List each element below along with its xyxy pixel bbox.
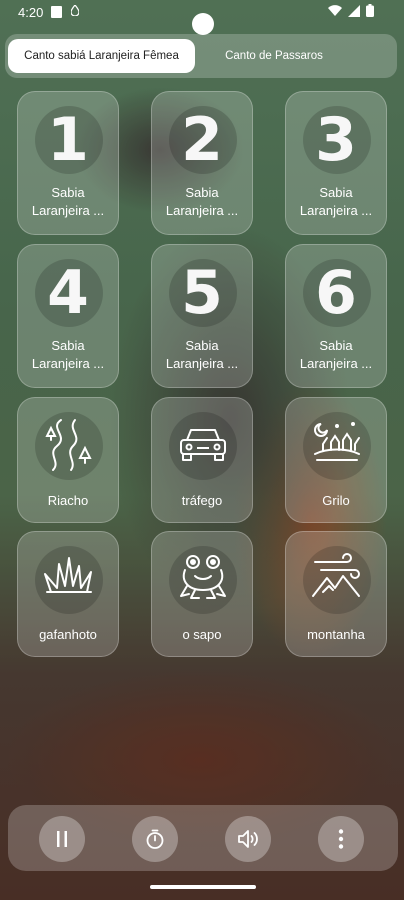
sound-card-2[interactable]: 2 Sabia Laranjeira ... xyxy=(151,91,253,235)
ambient-card-o-sapo[interactable]: o sapo xyxy=(151,531,253,657)
ambient-label: gafanhoto xyxy=(39,627,97,642)
battery-icon xyxy=(366,4,374,17)
ambient-label: Riacho xyxy=(47,493,89,508)
frog-icon xyxy=(180,555,226,599)
sound-number: 4 xyxy=(47,258,89,328)
status-time: 4:20 xyxy=(18,5,44,20)
home-indicator[interactable] xyxy=(150,885,256,889)
sound-card-3[interactable]: 3 Sabia Laranjeira ... xyxy=(285,91,387,235)
timer-icon xyxy=(146,829,164,849)
grass-icon xyxy=(44,557,92,593)
sound-card-5[interactable]: 5 Sabia Laranjeira ... xyxy=(151,244,253,388)
sound-label: Sabia Laranjeira ... xyxy=(31,185,105,218)
playback-control-bar xyxy=(8,805,398,871)
tab-canto-sabia-femea[interactable]: Canto sabiá Laranjeira Fêmea xyxy=(8,39,195,73)
sound-card-6[interactable]: 6 Sabia Laranjeira ... xyxy=(285,244,387,388)
timer-button[interactable] xyxy=(132,816,178,862)
volume-icon xyxy=(238,830,258,848)
ambient-label: tráfego xyxy=(181,493,223,508)
mountain-wind-icon xyxy=(312,553,360,597)
ambient-label: Grilo xyxy=(322,493,350,508)
ambient-label: montanha xyxy=(307,627,365,642)
sound-number: 1 xyxy=(47,105,89,175)
sound-number: 5 xyxy=(181,258,223,328)
sound-card-1[interactable]: 1 Sabia Laranjeira ... xyxy=(17,91,119,235)
sound-number: 6 xyxy=(315,258,357,328)
more-vertical-icon xyxy=(338,829,344,849)
sound-label: Sabia Laranjeira ... xyxy=(31,338,105,371)
tab-canto-de-passaros[interactable]: Canto de Passaros xyxy=(199,39,349,73)
sound-label: Sabia Laranjeira ... xyxy=(165,185,239,218)
ambient-card-riacho[interactable]: Riacho xyxy=(17,397,119,523)
tab-bar: Canto sabiá Laranjeira Fêmea Canto de Pa… xyxy=(5,34,397,78)
more-options-button[interactable] xyxy=(318,816,364,862)
camera-cutout xyxy=(192,13,214,35)
ambient-card-montanha[interactable]: montanha xyxy=(285,531,387,657)
pause-icon xyxy=(57,831,67,847)
notification-icon xyxy=(51,6,62,18)
cricket-night-icon xyxy=(314,422,360,461)
ambient-card-grilo[interactable]: Grilo xyxy=(285,397,387,523)
car-icon xyxy=(180,429,226,461)
sound-number: 2 xyxy=(181,105,223,175)
status-icons xyxy=(328,4,374,17)
ambient-card-trafego[interactable]: tráfego xyxy=(151,397,253,523)
volume-button[interactable] xyxy=(225,816,271,862)
ambient-card-gafanhoto[interactable]: gafanhoto xyxy=(17,531,119,657)
sound-card-4[interactable]: 4 Sabia Laranjeira ... xyxy=(17,244,119,388)
sound-label: Sabia Laranjeira ... xyxy=(299,185,373,218)
wifi-icon xyxy=(328,4,342,16)
river-icon xyxy=(45,419,92,471)
ambient-label: o sapo xyxy=(182,627,222,642)
pause-button[interactable] xyxy=(39,816,85,862)
sound-label: Sabia Laranjeira ... xyxy=(299,338,373,371)
sound-label: Sabia Laranjeira ... xyxy=(165,338,239,371)
signal-icon xyxy=(348,4,360,17)
sound-number: 3 xyxy=(315,105,357,175)
drop-icon xyxy=(70,3,80,19)
